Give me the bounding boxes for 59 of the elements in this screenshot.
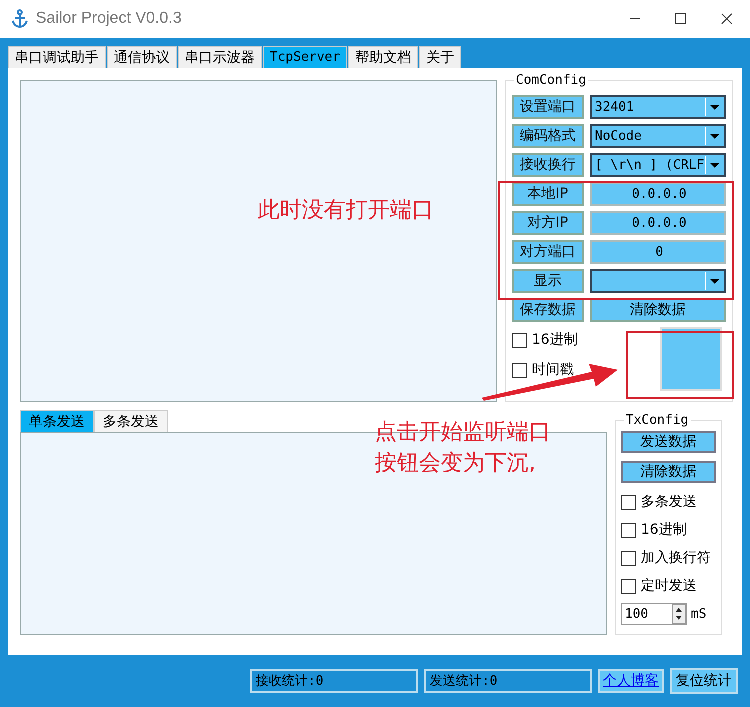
group-title: ComConfig — [514, 73, 588, 88]
save-data-button[interactable]: 保存数据 — [512, 298, 584, 322]
tab[interactable]: 多条发送 — [94, 410, 168, 432]
checkbox-label: 多条发送 — [641, 493, 697, 511]
checkbox-label: 时间戳 — [532, 361, 574, 379]
value-field[interactable]: 0 — [590, 240, 726, 264]
checkbox-label: 16进制 — [641, 521, 687, 539]
dropdown-field[interactable]: [ \r\n ] (CRLF — [590, 153, 726, 177]
checkbox[interactable] — [621, 522, 636, 538]
window-title: Sailor Project V0.0.3 — [36, 10, 182, 28]
anchor-icon — [10, 9, 30, 29]
reset-stats-button[interactable]: 复位统计 — [670, 668, 738, 694]
tab[interactable]: 关于 — [419, 46, 462, 68]
checkbox-option[interactable]: 定时发送 — [621, 577, 716, 595]
tab[interactable]: TcpServer — [263, 46, 348, 68]
dropdown-field[interactable] — [590, 269, 726, 293]
spin-arrows-icon[interactable] — [672, 604, 686, 624]
config-label-button[interactable]: 编码格式 — [512, 124, 584, 148]
tab[interactable]: 通信协议 — [107, 46, 177, 68]
config-label-button[interactable]: 显示 — [512, 269, 584, 293]
dropdown-field[interactable]: NoCode — [590, 124, 726, 148]
checkbox-option[interactable]: 加入换行符 — [621, 549, 716, 567]
annotation-text: 此时没有打开端口 — [258, 197, 434, 225]
config-label-button[interactable]: 对方端口 — [512, 240, 584, 264]
checkbox-option[interactable]: 多条发送 — [621, 493, 716, 511]
config-label-button[interactable]: 设置端口 — [512, 95, 584, 119]
tab[interactable]: 单条发送 — [20, 410, 94, 432]
listen-button[interactable] — [660, 327, 722, 391]
checkbox-label: 定时发送 — [641, 577, 697, 595]
checkbox-option[interactable]: 16进制 — [512, 331, 578, 349]
tab[interactable]: 帮助文档 — [348, 46, 418, 68]
tab[interactable]: 串口调试助手 — [8, 46, 106, 68]
value-field[interactable]: 0.0.0.0 — [590, 211, 726, 235]
checkbox-option[interactable]: 时间戳 — [512, 361, 578, 379]
checkbox[interactable] — [621, 578, 636, 594]
tab[interactable]: 串口示波器 — [178, 46, 262, 68]
checkbox-label: 加入换行符 — [641, 549, 711, 567]
config-label-button[interactable]: 对方IP — [512, 211, 584, 235]
checkbox[interactable] — [621, 550, 636, 566]
checkbox[interactable] — [512, 332, 527, 348]
checkbox-option[interactable]: 16进制 — [621, 521, 716, 539]
checkbox[interactable] — [512, 362, 527, 378]
blog-link[interactable]: 个人博客 — [598, 669, 664, 693]
dropdown-field[interactable]: 32401 — [590, 95, 726, 119]
checkbox-label: 16进制 — [532, 331, 578, 349]
value-field[interactable]: 0.0.0.0 — [590, 182, 726, 206]
clear-data-button[interactable]: 清除数据 — [590, 298, 726, 322]
send-count-field: 发送统计:0 — [424, 669, 592, 693]
annotation-text: 按钮会变为下沉, — [375, 450, 536, 478]
group-title: TxConfig — [624, 413, 691, 428]
annotation-text: 点击开始监听端口 — [375, 419, 551, 447]
unit-label: mS — [691, 606, 707, 622]
tx-button[interactable]: 发送数据 — [621, 431, 716, 453]
checkbox[interactable] — [621, 494, 636, 510]
tx-button[interactable]: 清除数据 — [621, 461, 716, 483]
config-label-button[interactable]: 本地IP — [512, 182, 584, 206]
config-label-button[interactable]: 接收换行 — [512, 153, 584, 177]
interval-spinbox[interactable]: 100 — [621, 603, 687, 625]
receive-count-field: 接收统计:0 — [250, 669, 418, 693]
